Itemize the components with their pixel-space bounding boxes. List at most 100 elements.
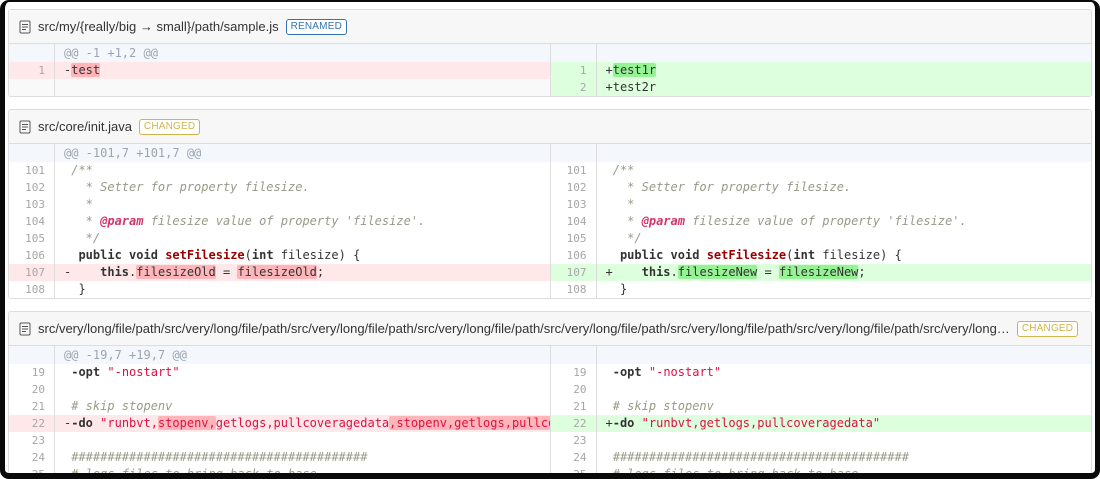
line-number: 107 xyxy=(550,264,597,281)
code-segment: = xyxy=(215,265,238,279)
line-number: 107 xyxy=(9,264,55,281)
code-segment: * xyxy=(64,197,93,211)
code-line: # logs files to bring back to base xyxy=(55,466,550,473)
code-segment: @@ -101,7 +101,7 @@ xyxy=(64,146,202,160)
diff-side-left: @@ -1 +1,2 @@ 1 -test xyxy=(9,44,550,96)
code-segment: @param xyxy=(641,214,685,228)
line-number: 23 xyxy=(9,432,55,449)
word-diff-highlight: filesizeOld xyxy=(136,265,216,279)
code-segment: -opt xyxy=(612,365,642,379)
code-segment: * Setter for property filesize. xyxy=(64,180,310,194)
file-diff-block: src/very/long/file/path/src/very/long/fi… xyxy=(8,311,1092,473)
line-number: 19 xyxy=(9,364,55,381)
file-icon xyxy=(19,120,31,134)
line-number: 23 xyxy=(550,432,597,449)
code-segment: */ xyxy=(64,231,101,245)
diff-row: 108 } xyxy=(550,281,1091,298)
word-diff-highlight: filesizeNew xyxy=(677,265,758,279)
diff-row: 25 # logs files to bring back to base xyxy=(9,466,550,473)
word-diff-highlight: stopenv, xyxy=(157,416,216,430)
file-header: src/my/{really/big → small}/path/sample.… xyxy=(9,10,1091,44)
line-number: 105 xyxy=(9,230,55,247)
line-number xyxy=(9,44,55,62)
code-line: /** xyxy=(597,162,1092,179)
code-line: @@ -101,7 +101,7 @@ xyxy=(55,144,550,162)
status-badge: CHANGED xyxy=(138,118,201,135)
line-number: 20 xyxy=(550,381,597,398)
line-number xyxy=(550,144,597,162)
diff-row: 1 +test1r xyxy=(550,62,1092,79)
diff-row: 104 * @param filesize value of property … xyxy=(550,213,1091,230)
diff-row: 22 +-do "runbvt,getlogs,pullcoveragedata" xyxy=(550,415,1091,432)
code-segment: public xyxy=(78,248,122,262)
code-line: +test1r xyxy=(597,62,1092,79)
diff-row xyxy=(9,79,550,96)
code-segment: + xyxy=(605,265,642,279)
diff-row: 105 */ xyxy=(9,230,550,247)
diff-row: 24 #####################################… xyxy=(550,449,1091,466)
code-segment: ; xyxy=(858,265,866,279)
code-line: # logs files to bring back to base xyxy=(597,466,1092,473)
code-line: - this.filesizeOld = filesizeOld; xyxy=(55,264,550,281)
code-segment: /** xyxy=(64,163,93,177)
code-segment: void xyxy=(129,248,158,262)
code-segment: int xyxy=(793,248,816,262)
line-number: 19 xyxy=(550,364,597,381)
line-number: 20 xyxy=(9,381,55,398)
diff-row: 24 #####################################… xyxy=(9,449,550,466)
diff-row: 20 xyxy=(550,381,1091,398)
file-diff-block: src/core/init.java CHANGED @@ -101,7 +101,… xyxy=(8,109,1092,299)
file-icon xyxy=(19,322,31,336)
code-segment: */ xyxy=(605,231,642,245)
code-segment: filesize) { xyxy=(815,248,902,262)
code-segment: + xyxy=(605,416,613,430)
code-segment: = xyxy=(757,265,779,279)
line-number: 25 xyxy=(9,466,55,473)
code-segment: ########################################… xyxy=(612,450,909,464)
diff-view: src/my/{really/big → small}/path/sample.… xyxy=(8,9,1092,473)
code-segment: } xyxy=(605,282,628,296)
code-segment: @param xyxy=(100,214,144,228)
diff-side-right: 19 -opt "-nostart" 20 21 # skip stopenv 22 +… xyxy=(549,346,1092,473)
diff-row: 23 xyxy=(550,432,1091,449)
diff-row: 2 +test2r xyxy=(550,79,1092,96)
code-line: @@ -1 +1,2 @@ xyxy=(55,44,550,62)
word-diff-highlight: ,stopenv,getlogs,pullcoveragedata xyxy=(389,416,550,430)
diff-row: 103 * xyxy=(550,196,1091,213)
code-line: /** xyxy=(55,162,550,179)
code-segment: ( xyxy=(244,248,252,262)
line-number: 104 xyxy=(550,213,597,230)
code-line: +test2r xyxy=(597,79,1092,96)
code-segment: filesize) { xyxy=(273,248,361,262)
screenshot-frame: src/my/{really/big → small}/path/sample.… xyxy=(0,0,1100,479)
diff-row: 25 # logs files to bring back to base xyxy=(550,466,1092,473)
status-badge: RENAMED xyxy=(285,18,347,35)
code-segment: void xyxy=(670,248,700,262)
diff-row: 1 -test xyxy=(9,62,550,79)
code-segment: @@ -19,7 +19,7 @@ xyxy=(64,348,187,362)
code-segment: } xyxy=(64,282,86,296)
diff-row: 106 public void setFilesize(int filesize… xyxy=(9,247,550,264)
file-icon xyxy=(19,20,31,34)
line-number: 24 xyxy=(9,449,55,466)
word-diff-highlight: filesizeOld xyxy=(237,265,317,279)
diff-row: 107 + this.filesizeNew = filesizeNew; xyxy=(550,264,1091,281)
code-segment: +test2r xyxy=(605,80,657,94)
diff-row: 105 */ xyxy=(550,230,1091,247)
code-segment: filesize value of property 'filesize'. xyxy=(143,214,426,228)
line-number xyxy=(9,346,55,364)
diff-row: 103 * xyxy=(9,196,550,213)
code-line: # skip stopenv xyxy=(55,398,550,415)
hunk-header-row xyxy=(550,144,1092,162)
